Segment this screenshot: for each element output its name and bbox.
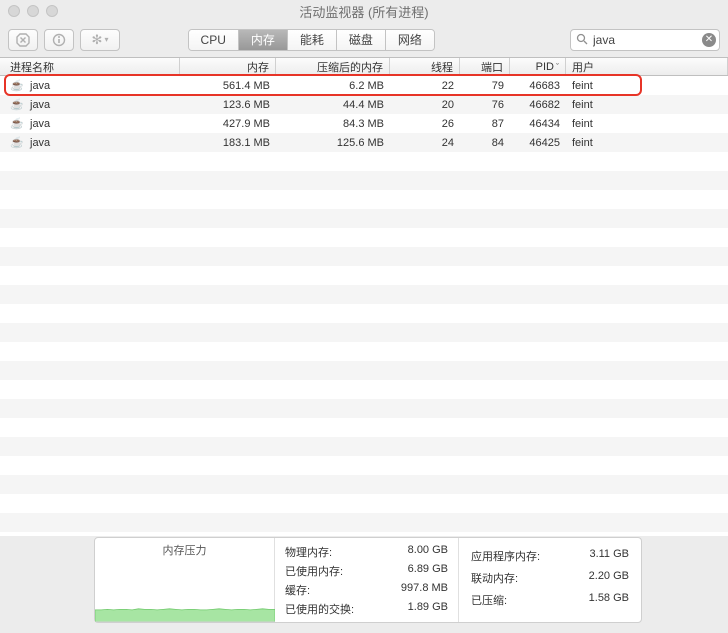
column-ports[interactable]: 端口 [460, 58, 510, 75]
cell-pid: 46682 [510, 99, 566, 111]
cell-user: feint [566, 118, 728, 130]
column-process-name[interactable]: 进程名称 [0, 58, 180, 75]
table-row[interactable]: ☕ java 561.4 MB6.2 MB227946683feint [0, 76, 728, 95]
tab-energy[interactable]: 能耗 [288, 30, 337, 50]
toolbar-left-group: ✻ ▾ [8, 29, 120, 51]
titlebar: 活动监视器 (所有进程) [0, 0, 728, 22]
cell-memory: 427.9 MB [180, 118, 276, 130]
memory-pressure-title: 内存压力 [95, 538, 274, 562]
column-compressed[interactable]: 压缩后的内存 [276, 58, 390, 75]
memory-pressure-section: 内存压力 [95, 538, 275, 622]
search-icon [576, 33, 588, 48]
cell-memory: 123.6 MB [180, 99, 276, 111]
table-row[interactable]: ☕ java 427.9 MB84.3 MB268746434feint [0, 114, 728, 133]
table-header: 进程名称 内存 压缩后的内存 线程 端口 PIDˇ 用户 [0, 58, 728, 76]
inspect-process-button[interactable] [44, 29, 74, 51]
tab-network[interactable]: 网络 [386, 30, 434, 50]
minimize-window-button[interactable] [27, 5, 39, 17]
cell-ports: 87 [460, 118, 510, 130]
tab-memory[interactable]: 内存 [239, 30, 288, 50]
tab-cpu[interactable]: CPU [189, 30, 239, 50]
action-menu-button[interactable]: ✻ ▾ [80, 29, 120, 51]
cell-compressed: 125.6 MB [276, 137, 390, 149]
cell-user: feint [566, 99, 728, 111]
process-name: java [30, 137, 50, 149]
column-user[interactable]: 用户 [566, 58, 728, 75]
memory-summary-panel: 内存压力 物理内存:8.00 GB 已使用内存:6.89 GB 缓存:997.8… [94, 537, 642, 623]
process-name: java [30, 118, 50, 130]
table-row[interactable]: ☕ java 123.6 MB44.4 MB207646682feint [0, 95, 728, 114]
gear-icon: ✻ [92, 32, 103, 48]
cell-pid: 46434 [510, 118, 566, 130]
activity-monitor-window: 活动监视器 (所有进程) ✻ ▾ [0, 0, 728, 633]
stat-wired: 联动内存:2.20 GB [471, 570, 629, 586]
window-controls [8, 5, 58, 17]
process-table: 进程名称 内存 压缩后的内存 线程 端口 PIDˇ 用户 ☕ java 561.4 … [0, 58, 728, 536]
cell-threads: 20 [390, 99, 460, 111]
cell-ports: 84 [460, 137, 510, 149]
stat-cache: 缓存:997.8 MB [285, 582, 448, 598]
cell-threads: 26 [390, 118, 460, 130]
stat-used: 已使用内存:6.89 GB [285, 563, 448, 579]
cell-compressed: 6.2 MB [276, 80, 390, 92]
cell-pid: 46425 [510, 137, 566, 149]
stat-physical: 物理内存:8.00 GB [285, 544, 448, 560]
java-icon: ☕ [10, 136, 24, 150]
cell-pid: 46683 [510, 80, 566, 92]
stat-app-memory: 应用程序内存:3.11 GB [471, 548, 629, 564]
cell-ports: 76 [460, 99, 510, 111]
cell-memory: 183.1 MB [180, 137, 276, 149]
java-icon: ☕ [10, 117, 24, 131]
stat-swap: 已使用的交换:1.89 GB [285, 601, 448, 617]
column-pid[interactable]: PIDˇ [510, 58, 566, 75]
stop-process-button[interactable] [8, 29, 38, 51]
cell-compressed: 44.4 MB [276, 99, 390, 111]
column-threads[interactable]: 线程 [390, 58, 460, 75]
memory-stats-right: 应用程序内存:3.11 GB 联动内存:2.20 GB 已压缩:1.58 GB [459, 538, 641, 622]
cell-ports: 79 [460, 80, 510, 92]
process-name: java [30, 99, 50, 111]
memory-pressure-chart [95, 567, 275, 622]
window-title: 活动监视器 (所有进程) [299, 2, 428, 21]
search-field-wrap: ✕ [570, 29, 720, 51]
cell-threads: 22 [390, 80, 460, 92]
column-memory[interactable]: 内存 [180, 58, 276, 75]
table-row[interactable]: ☕ java 183.1 MB125.6 MB248446425feint [0, 133, 728, 152]
process-name: java [30, 80, 50, 92]
cell-user: feint [566, 137, 728, 149]
tab-group: CPU 内存 能耗 磁盘 网络 [188, 29, 435, 51]
memory-stats-left: 物理内存:8.00 GB 已使用内存:6.89 GB 缓存:997.8 MB 已… [275, 538, 459, 622]
java-icon: ☕ [10, 98, 24, 112]
sort-descending-icon: ˇ [556, 62, 559, 72]
cell-compressed: 84.3 MB [276, 118, 390, 130]
cell-threads: 24 [390, 137, 460, 149]
close-window-button[interactable] [8, 5, 20, 17]
cell-memory: 561.4 MB [180, 80, 276, 92]
cell-user: feint [566, 80, 728, 92]
zoom-window-button[interactable] [46, 5, 58, 17]
info-icon [52, 33, 66, 47]
chevron-down-icon: ▾ [104, 35, 108, 44]
toolbar: ✻ ▾ CPU 内存 能耗 磁盘 网络 ✕ [0, 22, 728, 58]
clear-search-button[interactable]: ✕ [702, 33, 716, 47]
stat-compressed: 已压缩:1.58 GB [471, 592, 629, 608]
tab-disk[interactable]: 磁盘 [337, 30, 386, 50]
stop-icon [16, 33, 30, 47]
java-icon: ☕ [10, 79, 24, 93]
search-input[interactable] [570, 29, 720, 51]
